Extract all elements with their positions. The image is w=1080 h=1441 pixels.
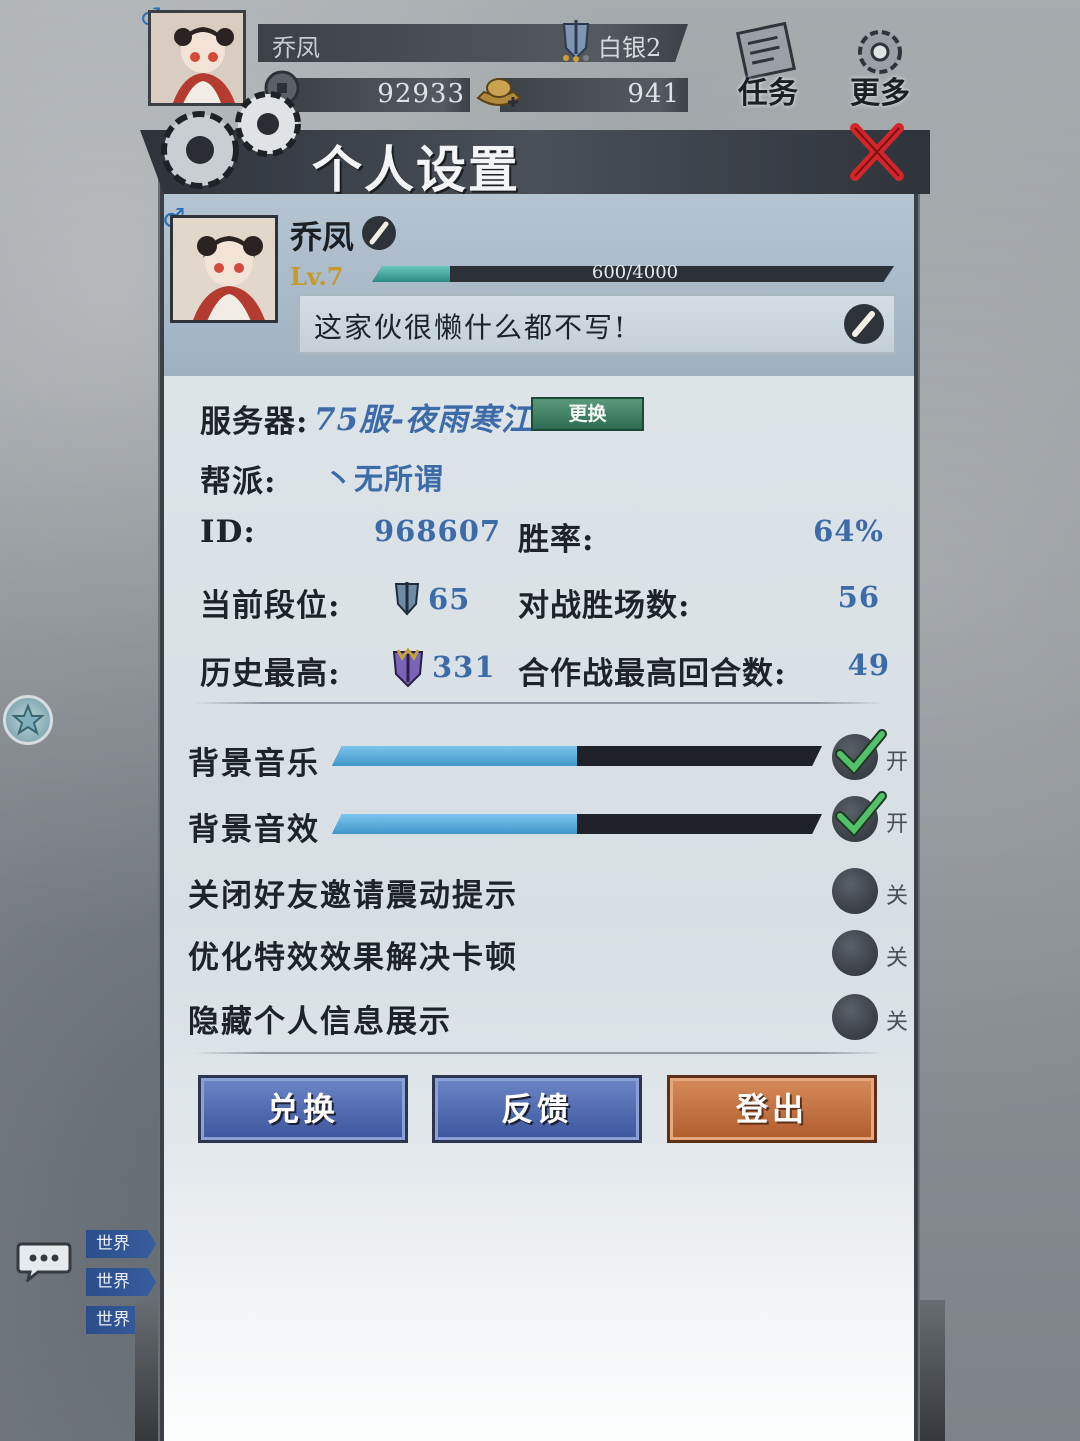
rank-shield-icon — [394, 582, 420, 616]
coop-value: 49 — [847, 648, 890, 682]
redeem-button[interactable]: 兑换 — [198, 1075, 408, 1143]
section-divider — [194, 1052, 884, 1054]
current-rank-label: 当前段位: — [200, 588, 341, 624]
coins-value: 92933 — [377, 79, 465, 109]
more-button[interactable]: 更多 — [840, 22, 920, 112]
optimize-label: 优化特效效果解决卡顿 — [188, 940, 518, 976]
edit-signature-brush-icon[interactable] — [842, 302, 886, 346]
server-label: 服务器: — [200, 404, 309, 440]
best-rank-emblem-icon — [392, 647, 424, 688]
optimize-toggle[interactable] — [832, 930, 878, 976]
sfx-state: 开 — [886, 812, 909, 837]
wins-label: 对战胜场数: — [518, 588, 691, 624]
vibrate-toggle[interactable] — [832, 868, 878, 914]
sfx-slider[interactable] — [332, 814, 822, 834]
hide-info-toggle[interactable] — [832, 994, 878, 1040]
more-label: 更多 — [850, 76, 910, 111]
gold-value: 941 — [627, 79, 680, 109]
change-server-button[interactable]: 更换 — [531, 397, 644, 431]
chat-bubble-icon[interactable] — [16, 1240, 72, 1282]
silver-rank-icon — [562, 20, 590, 62]
current-rank-value: 65 — [428, 582, 471, 616]
hud-player-name: 乔凤 — [272, 34, 320, 62]
level-text: Lv.7 — [290, 262, 344, 291]
star-icon — [11, 703, 45, 736]
winrate-value: 64% — [813, 514, 884, 548]
chat-channel-tag[interactable]: 世界 — [86, 1268, 156, 1296]
guild-label: 帮派: — [200, 464, 277, 500]
wins-value: 56 — [837, 580, 880, 614]
close-icon[interactable] — [845, 118, 909, 186]
gears-icon — [161, 91, 301, 189]
signature-text: 这家伙很懒什么都不写! — [314, 311, 628, 344]
avatar-portrait-icon — [173, 218, 275, 320]
optimize-state: 关 — [886, 946, 909, 971]
edit-brush-icon[interactable] — [360, 214, 398, 252]
profile-avatar[interactable] — [170, 215, 278, 323]
coop-label: 合作战最高回合数: — [518, 656, 787, 692]
music-label: 背景音乐 — [188, 746, 320, 782]
music-slider-fill — [332, 746, 577, 766]
profile-name: 乔凤 — [290, 218, 355, 256]
hide-info-label: 隐藏个人信息展示 — [188, 1004, 452, 1040]
id-value: 968607 — [374, 514, 502, 548]
guild-value: 丶无所谓 — [324, 462, 445, 496]
server-value: 75服-夜雨寒江 — [314, 402, 534, 438]
panel-fade — [164, 1141, 914, 1441]
checkmark-icon — [835, 729, 887, 776]
exp-text: 600/4000 — [591, 262, 679, 283]
hud-rank-text: 白银2 — [598, 34, 662, 62]
task-button[interactable]: 任务 — [728, 21, 808, 112]
vibrate-label: 关闭好友邀请震动提示 — [188, 878, 518, 914]
chat-channel-tag[interactable]: 世界 — [86, 1230, 156, 1258]
id-label: ID: — [200, 514, 256, 550]
music-slider[interactable] — [332, 746, 822, 766]
vibrate-state: 关 — [886, 884, 909, 909]
checkmark-icon — [835, 791, 887, 838]
best-rank-label: 历史最高: — [200, 656, 341, 692]
favorite-star-button[interactable] — [3, 695, 53, 745]
logout-button[interactable]: 登出 — [667, 1075, 877, 1143]
feedback-button[interactable]: 反馈 — [432, 1075, 642, 1143]
task-label: 任务 — [738, 76, 798, 111]
gold-ingot-icon[interactable] — [474, 72, 524, 112]
exp-bar-fill — [372, 266, 451, 282]
hide-info-state: 关 — [886, 1010, 909, 1035]
panel-title: 个人设置 — [312, 140, 520, 199]
winrate-label: 胜率: — [518, 522, 595, 558]
best-rank-value: 331 — [432, 650, 496, 684]
music-state: 开 — [886, 750, 909, 775]
section-divider — [194, 702, 884, 704]
sfx-slider-fill — [332, 814, 577, 834]
sfx-label: 背景音效 — [188, 812, 320, 848]
